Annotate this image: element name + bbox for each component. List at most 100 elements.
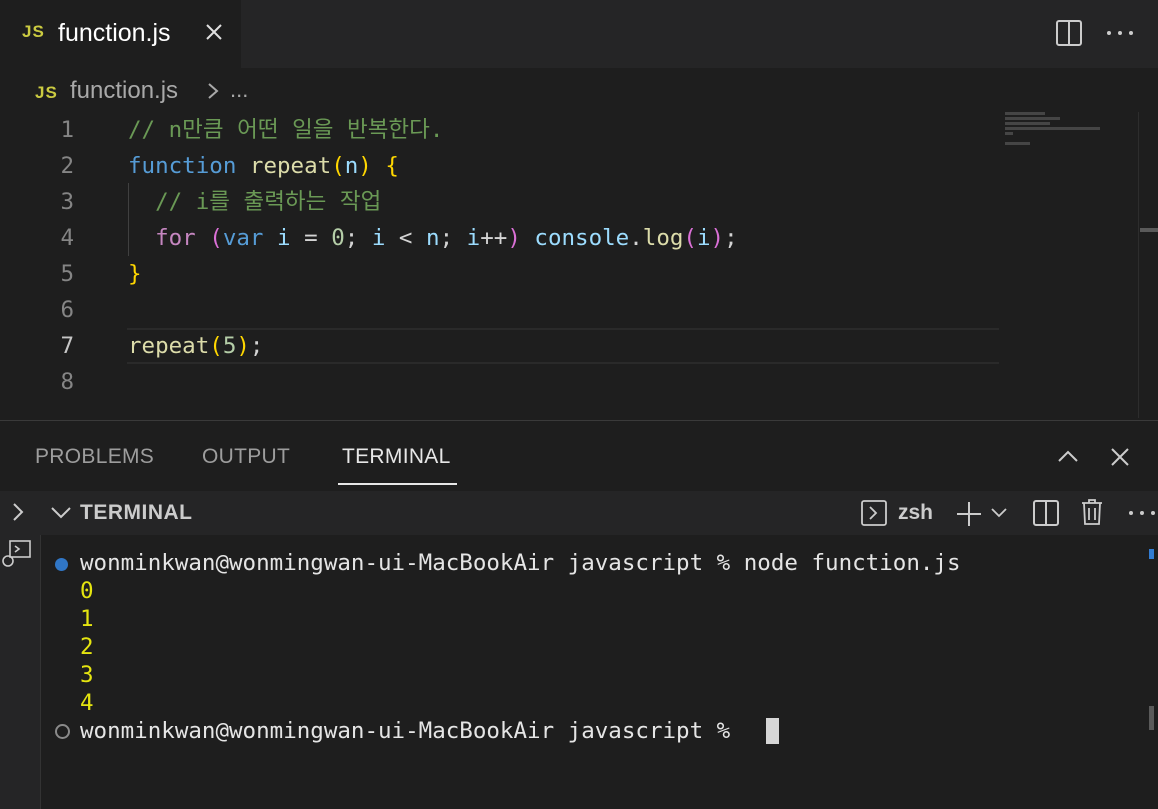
code-token: i bbox=[371, 225, 386, 251]
terminal-prompt[interactable]: wonminkwan@wonmingwan-ui-MacBookAir java… bbox=[80, 717, 744, 745]
line-number: 1 bbox=[60, 117, 74, 143]
code-token: ) bbox=[710, 225, 725, 251]
code-token: ( bbox=[209, 225, 223, 251]
code-token: ) bbox=[236, 333, 250, 359]
line-number: 8 bbox=[60, 369, 74, 395]
code-token: } bbox=[128, 261, 142, 287]
line-number: 7 bbox=[60, 333, 74, 359]
code-line[interactable]: 5} bbox=[0, 256, 1000, 292]
more-actions-icon[interactable] bbox=[1128, 510, 1156, 516]
code-editor[interactable]: 1// n만큼 어떤 일을 반복한다. 2 function repeat(n) {… bbox=[0, 112, 1158, 418]
command-pending-icon[interactable] bbox=[55, 724, 70, 739]
terminal-output-line: 3 bbox=[80, 662, 94, 688]
maximize-panel-icon[interactable] bbox=[1056, 445, 1080, 469]
line-number: 6 bbox=[60, 297, 74, 323]
code-token: ( bbox=[209, 333, 223, 359]
code-token: i bbox=[696, 225, 711, 251]
code-token: for bbox=[155, 225, 196, 251]
terminal-cursor bbox=[766, 718, 779, 744]
line-number: 2 bbox=[60, 153, 74, 179]
code-token: 0 bbox=[331, 225, 345, 251]
close-panel-icon[interactable] bbox=[1108, 445, 1132, 469]
code-token: function bbox=[128, 153, 237, 179]
terminal-header: TERMINAL zsh bbox=[40, 491, 1158, 535]
tab-terminal[interactable]: TERMINAL bbox=[342, 445, 451, 469]
code-token: ( bbox=[683, 225, 697, 251]
code-token: var bbox=[222, 225, 264, 251]
minimap[interactable] bbox=[1005, 112, 1135, 152]
breadcrumb-symbols[interactable]: ... bbox=[230, 77, 248, 103]
code-token: // n만큼 어떤 일을 반복한다. bbox=[128, 117, 444, 143]
code-text: // n만큼 어떤 일을 반복한다. bbox=[128, 112, 443, 148]
terminal-scrollbar[interactable] bbox=[1149, 706, 1154, 730]
tab-output[interactable]: OUTPUT bbox=[202, 445, 290, 469]
chevron-right-icon bbox=[208, 83, 219, 99]
code-token: ) bbox=[507, 225, 521, 251]
editor-scrollbar[interactable] bbox=[1138, 112, 1139, 418]
code-token: repeat bbox=[128, 333, 210, 359]
tab-label: function.js bbox=[58, 19, 171, 47]
code-line[interactable]: 2 function repeat(n) { bbox=[0, 148, 1000, 184]
code-line[interactable]: 3 // i를 출력하는 작업 bbox=[0, 184, 1000, 220]
chevron-right-icon[interactable] bbox=[8, 501, 28, 523]
new-terminal-icon[interactable] bbox=[955, 500, 983, 528]
code-token: ; bbox=[439, 225, 467, 251]
chevron-down-icon[interactable] bbox=[990, 507, 1008, 519]
code-token: ; bbox=[724, 225, 738, 251]
code-token: . bbox=[629, 225, 643, 251]
debug-console-icon[interactable] bbox=[0, 539, 34, 569]
code-line[interactable]: 8 bbox=[0, 364, 1000, 400]
code-token: i bbox=[277, 225, 291, 251]
code-token: console bbox=[534, 225, 630, 251]
js-file-icon: JS bbox=[35, 83, 58, 102]
code-token: = bbox=[290, 225, 332, 251]
more-actions-icon[interactable] bbox=[1106, 30, 1134, 36]
code-token: ( bbox=[331, 153, 345, 179]
close-icon[interactable] bbox=[202, 20, 226, 44]
code-token: n bbox=[426, 225, 440, 251]
editor-tab-bar: JS function.js bbox=[0, 0, 1158, 68]
terminal-side-strip bbox=[0, 491, 41, 809]
terminal-output-line: 2 bbox=[80, 634, 94, 660]
code-line[interactable]: 1 // n만큼 어떤 일을 반복한다. bbox=[0, 112, 1000, 148]
code-line[interactable]: 6 bbox=[0, 292, 1000, 328]
shell-name[interactable]: zsh bbox=[898, 501, 933, 525]
code-token: n bbox=[344, 153, 359, 179]
terminal-output-line: 0 bbox=[80, 578, 94, 604]
code-token: ++ bbox=[480, 225, 508, 251]
code-token: ) bbox=[358, 153, 372, 179]
command-success-icon[interactable] bbox=[55, 558, 68, 571]
tab-problems[interactable]: PROBLEMS bbox=[35, 445, 154, 469]
code-token: ; bbox=[249, 333, 264, 359]
breadcrumb-file[interactable]: function.js bbox=[70, 77, 178, 105]
split-terminal-icon[interactable] bbox=[1032, 499, 1060, 527]
code-token: log bbox=[642, 225, 684, 251]
terminal-command-line: wonminkwan@wonmingwan-ui-MacBookAir java… bbox=[80, 550, 961, 576]
code-line[interactable]: 4 for (var i = 0; i < n; i++) console.lo… bbox=[0, 220, 1000, 256]
terminal-shell-icon bbox=[861, 500, 887, 526]
active-tab-indicator bbox=[338, 483, 457, 485]
code-token: < bbox=[385, 225, 427, 251]
code-text: // i를 출력하는 작업 bbox=[128, 184, 381, 220]
code-token: // i를 출력하는 작업 bbox=[128, 189, 382, 215]
terminal-scroll-marker bbox=[1149, 549, 1154, 559]
trash-icon[interactable] bbox=[1080, 498, 1104, 526]
line-number: 5 bbox=[60, 261, 74, 287]
code-line[interactable]: 7 repeat(5); bbox=[0, 328, 1000, 364]
chevron-down-icon[interactable] bbox=[50, 505, 72, 521]
split-editor-icon[interactable] bbox=[1055, 19, 1083, 47]
js-file-icon: JS bbox=[22, 22, 45, 41]
line-number: 3 bbox=[60, 189, 74, 215]
code-token: { bbox=[385, 153, 399, 179]
tab-function-js[interactable]: JS function.js bbox=[0, 0, 241, 68]
code-token: ; bbox=[344, 225, 372, 251]
terminal-section-title: TERMINAL bbox=[80, 501, 193, 524]
code-text: } bbox=[128, 256, 142, 292]
terminal-output-line: 4 bbox=[80, 690, 94, 716]
breadcrumb: JS function.js ... bbox=[0, 68, 1000, 114]
